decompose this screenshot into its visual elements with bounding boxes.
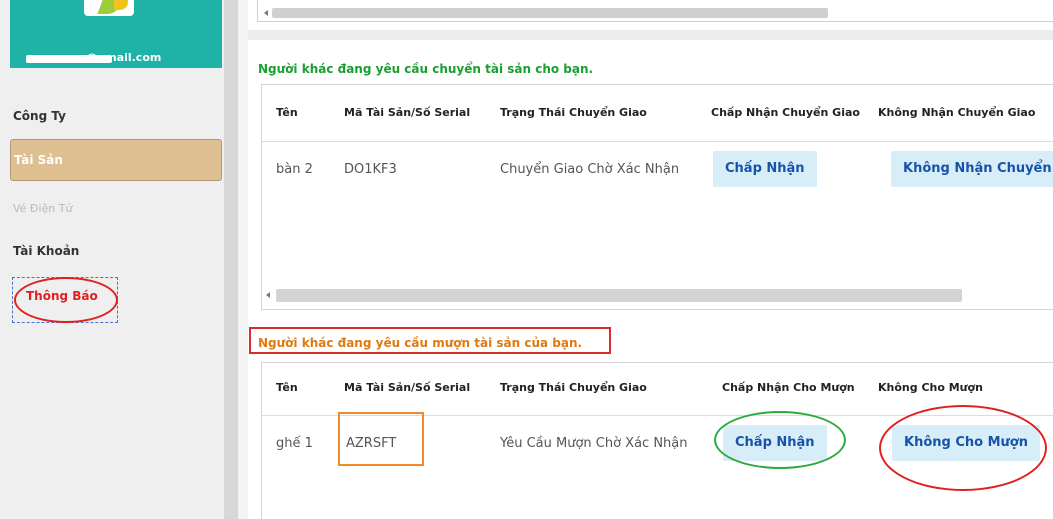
reject-transfer-button[interactable]: Không Nhận Chuyển Giao bbox=[891, 151, 1053, 187]
column-header-reject-lend: Không Cho Mượn bbox=[878, 381, 983, 394]
column-header-accept-lend: Chấp Nhận Cho Mượn bbox=[722, 381, 855, 394]
cell-serial: DO1KF3 bbox=[344, 162, 397, 177]
column-header-status: Trạng Thái Chuyển Giao bbox=[500, 106, 647, 119]
horizontal-scrollbar-thumb[interactable] bbox=[272, 8, 828, 18]
cell-status: Chuyển Giao Chờ Xác Nhận bbox=[500, 162, 680, 177]
column-header-serial: Mã Tài Sản/Số Serial bbox=[344, 106, 471, 119]
annotation-ellipse-reject bbox=[879, 405, 1047, 491]
column-header-accept: Chấp Nhận Chuyển Giao bbox=[711, 106, 860, 119]
sidebar-item-e-tickets[interactable]: Vé Điện Tử bbox=[10, 202, 222, 215]
cell-status: Yêu Cầu Mượn Chờ Xác Nhận bbox=[500, 436, 688, 451]
annotation-box-serial bbox=[338, 412, 424, 466]
transfer-requests-table: Tên Mã Tài Sản/Số Serial Trạng Thái Chuy… bbox=[261, 84, 1053, 310]
transfer-section-title: Người khác đang yêu cầu chuyển tài sản c… bbox=[258, 62, 594, 76]
column-header-status: Trạng Thái Chuyển Giao bbox=[500, 381, 647, 394]
cell-name: ghế 1 bbox=[276, 436, 313, 451]
annotation-ellipse-notifications bbox=[14, 277, 118, 323]
logo-icon bbox=[84, 0, 134, 16]
column-header-name: Tên bbox=[276, 106, 298, 119]
cell-name: bàn 2 bbox=[276, 162, 313, 177]
sidebar-item-assets[interactable]: Tài Sản bbox=[10, 139, 222, 181]
accept-transfer-button[interactable]: Chấp Nhận bbox=[713, 151, 817, 187]
scroll-left-arrow-icon[interactable] bbox=[264, 10, 268, 16]
email-redaction bbox=[26, 55, 112, 63]
sidebar: ng@gmail.com Công Ty Tài Sản Vé Điện Tử … bbox=[0, 0, 224, 519]
scroll-left-arrow-icon[interactable] bbox=[266, 292, 270, 298]
content-gutter bbox=[238, 0, 248, 519]
column-header-serial: Mã Tài Sản/Số Serial bbox=[344, 381, 471, 394]
section-separator bbox=[248, 30, 1053, 40]
column-header-name: Tên bbox=[276, 381, 298, 394]
app-root: ng@gmail.com Công Ty Tài Sản Vé Điện Tử … bbox=[0, 0, 1053, 519]
column-header-reject: Không Nhận Chuyển Giao bbox=[878, 106, 1036, 119]
sidebar-item-company[interactable]: Công Ty bbox=[10, 109, 222, 123]
sidebar-divider bbox=[224, 0, 238, 519]
annotation-ellipse-accept bbox=[714, 411, 846, 469]
table-scrollbar-thumb[interactable] bbox=[276, 289, 962, 302]
sidebar-item-account[interactable]: Tài Khoản bbox=[10, 244, 222, 258]
annotation-box-borrow-title bbox=[249, 327, 611, 354]
